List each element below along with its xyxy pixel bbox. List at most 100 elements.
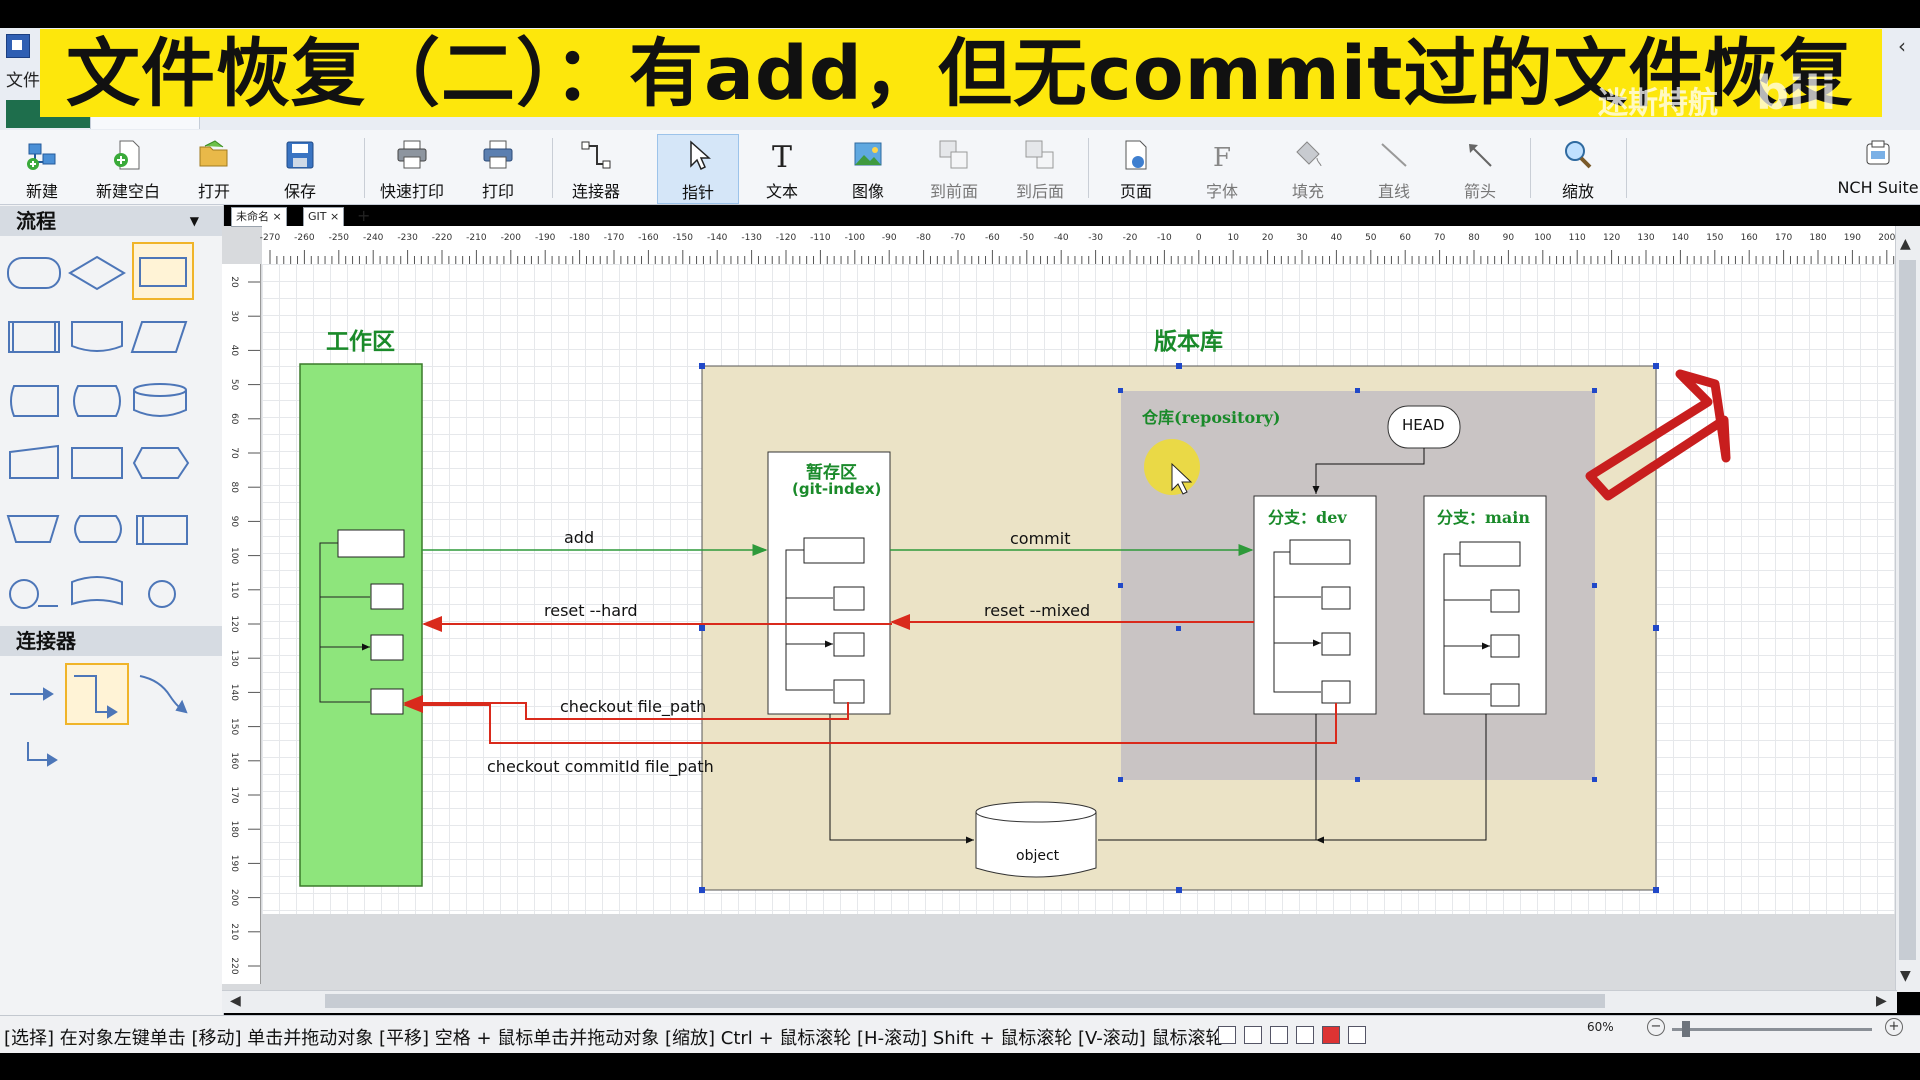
tab-untitled[interactable]: 未命名 × xyxy=(231,207,287,227)
new-blank-label: 新建空白 xyxy=(95,182,160,201)
vertical-scroll-thumb[interactable] xyxy=(1899,260,1916,960)
quick-print-button[interactable]: 快速打印 xyxy=(372,134,452,202)
font-button[interactable]: F 字体 xyxy=(1182,134,1262,202)
file-menu[interactable]: 文件 xyxy=(6,66,40,91)
dev-file-node[interactable] xyxy=(1321,680,1351,704)
page-button[interactable]: 页面 xyxy=(1096,134,1176,202)
scroll-down-icon[interactable]: ▼ xyxy=(1900,968,1911,984)
pointer-icon xyxy=(690,140,711,171)
pointer-button[interactable]: 指针 xyxy=(657,134,739,204)
status-tool-icon[interactable] xyxy=(1296,1026,1314,1044)
ruler-label: -90 xyxy=(882,233,897,243)
window-control-icon[interactable]: ‹ xyxy=(1898,34,1906,58)
staging-file-node[interactable] xyxy=(833,586,865,611)
save-label: 保存 xyxy=(283,182,316,201)
toolbar-separator xyxy=(1530,138,1531,198)
status-tool-icon[interactable] xyxy=(1322,1026,1340,1044)
toolbar-separator xyxy=(364,138,365,198)
new-blank-button[interactable]: 新建空白 xyxy=(88,134,168,202)
horizontal-ruler xyxy=(262,226,1895,265)
status-tool-icon[interactable] xyxy=(1270,1026,1288,1044)
zoom-in-icon[interactable]: + xyxy=(1885,1018,1903,1036)
zoom-slider[interactable] xyxy=(1672,1028,1872,1031)
zoom-slider-thumb[interactable] xyxy=(1682,1021,1690,1037)
fill-label: 填充 xyxy=(1291,182,1324,201)
ruler-label: 150 xyxy=(229,718,239,735)
status-tool-icon[interactable] xyxy=(1244,1026,1262,1044)
flow-panel-header[interactable]: 流程 ▼ xyxy=(0,206,223,236)
tab-git-label: GIT xyxy=(308,210,327,223)
dev-file-node[interactable] xyxy=(1321,586,1351,610)
bring-front-button[interactable]: 到前面 xyxy=(914,134,994,202)
scroll-up-icon[interactable]: ▲ xyxy=(1900,236,1911,252)
text-button[interactable]: T 文本 xyxy=(742,134,822,202)
add-tab-button[interactable]: + xyxy=(353,207,374,225)
ruler-label: 50 xyxy=(229,379,239,391)
branch-dev-box[interactable] xyxy=(1253,495,1377,715)
dev-root-node[interactable] xyxy=(1289,539,1351,565)
workspace-box[interactable] xyxy=(299,363,423,887)
object-label: object xyxy=(1016,848,1060,864)
save-button[interactable]: 保存 xyxy=(260,134,340,202)
connector-button[interactable]: 连接器 xyxy=(556,134,636,202)
main-file-node[interactable] xyxy=(1490,589,1520,613)
main-file-node[interactable] xyxy=(1490,634,1520,658)
image-button[interactable]: 图像 xyxy=(828,134,908,202)
line-button[interactable]: 直线 xyxy=(1354,134,1434,202)
send-back-icon xyxy=(1025,140,1054,169)
magnifier-icon xyxy=(1565,141,1592,169)
ruler-label: 160 xyxy=(1741,233,1758,243)
main-file-node[interactable] xyxy=(1490,683,1520,707)
print-icon xyxy=(483,140,513,169)
ruler-label: 30 xyxy=(229,310,239,322)
open-button[interactable]: 打开 xyxy=(174,134,254,202)
workspace-root-node[interactable] xyxy=(337,529,405,558)
scroll-left-icon[interactable]: ◀ xyxy=(230,993,241,1009)
dev-file-node[interactable] xyxy=(1321,632,1351,656)
tab-git[interactable]: GIT × xyxy=(303,207,345,227)
workspace-file-node[interactable] xyxy=(370,688,404,715)
new-button[interactable]: 新建 xyxy=(2,134,82,202)
staging-file-node[interactable] xyxy=(833,679,865,704)
status-tool-icon[interactable] xyxy=(1348,1026,1366,1044)
workspace-file-node[interactable] xyxy=(370,583,404,610)
print-label: 打印 xyxy=(481,182,514,201)
scroll-right-icon[interactable]: ▶ xyxy=(1876,993,1887,1009)
toolbar-separator xyxy=(1626,138,1627,198)
branch-main-box[interactable] xyxy=(1423,495,1547,715)
app-icon xyxy=(6,34,30,58)
ruler-label: -240 xyxy=(363,233,384,243)
arrow-button[interactable]: 箭头 xyxy=(1440,134,1520,202)
horizontal-scroll-thumb[interactable] xyxy=(325,994,1605,1008)
ruler-label: 160 xyxy=(229,752,239,769)
pointer-label: 指针 xyxy=(681,183,714,202)
selected-shape-slot[interactable] xyxy=(132,242,194,300)
ruler-label: 90 xyxy=(229,516,239,528)
letterbox-top xyxy=(0,0,1920,28)
repository-label: 仓库(repository) xyxy=(1142,408,1281,427)
svg-text:T: T xyxy=(772,140,792,172)
ruler-label: 20 xyxy=(229,276,239,288)
zoom-out-icon[interactable]: − xyxy=(1647,1018,1665,1036)
zoom-level[interactable]: 60% xyxy=(1587,1020,1614,1034)
nch-suite-button[interactable]: NCH Suite xyxy=(1836,134,1920,202)
connector-panel-header[interactable]: 连接器 xyxy=(0,626,223,656)
fill-button[interactable]: 填充 xyxy=(1268,134,1348,202)
status-tool-icon[interactable] xyxy=(1218,1026,1236,1044)
screen: 文件 ‹ 新建 新建空白 打开 保存 快速打印 打印 连接器 指针 T 文本 图… xyxy=(0,0,1920,1080)
send-back-button[interactable]: 到后面 xyxy=(1000,134,1080,202)
staging-root-node[interactable] xyxy=(803,537,865,564)
print-button[interactable]: 打印 xyxy=(458,134,538,202)
zoom-button[interactable]: 缩放 xyxy=(1538,134,1618,202)
staging-file-node[interactable] xyxy=(833,632,865,657)
dropdown-caret-icon[interactable]: ▼ xyxy=(190,206,199,236)
main-root-node[interactable] xyxy=(1459,541,1521,567)
ruler-label: 110 xyxy=(1569,233,1586,243)
ruler-label: -20 xyxy=(1123,233,1138,243)
ruler-label: -150 xyxy=(673,233,694,243)
ruler-label: 90 xyxy=(1503,233,1515,243)
open-label: 打开 xyxy=(197,182,230,201)
ruler-label: -130 xyxy=(741,233,762,243)
workspace-file-node[interactable] xyxy=(370,634,404,661)
ruler-label: 130 xyxy=(229,650,239,667)
